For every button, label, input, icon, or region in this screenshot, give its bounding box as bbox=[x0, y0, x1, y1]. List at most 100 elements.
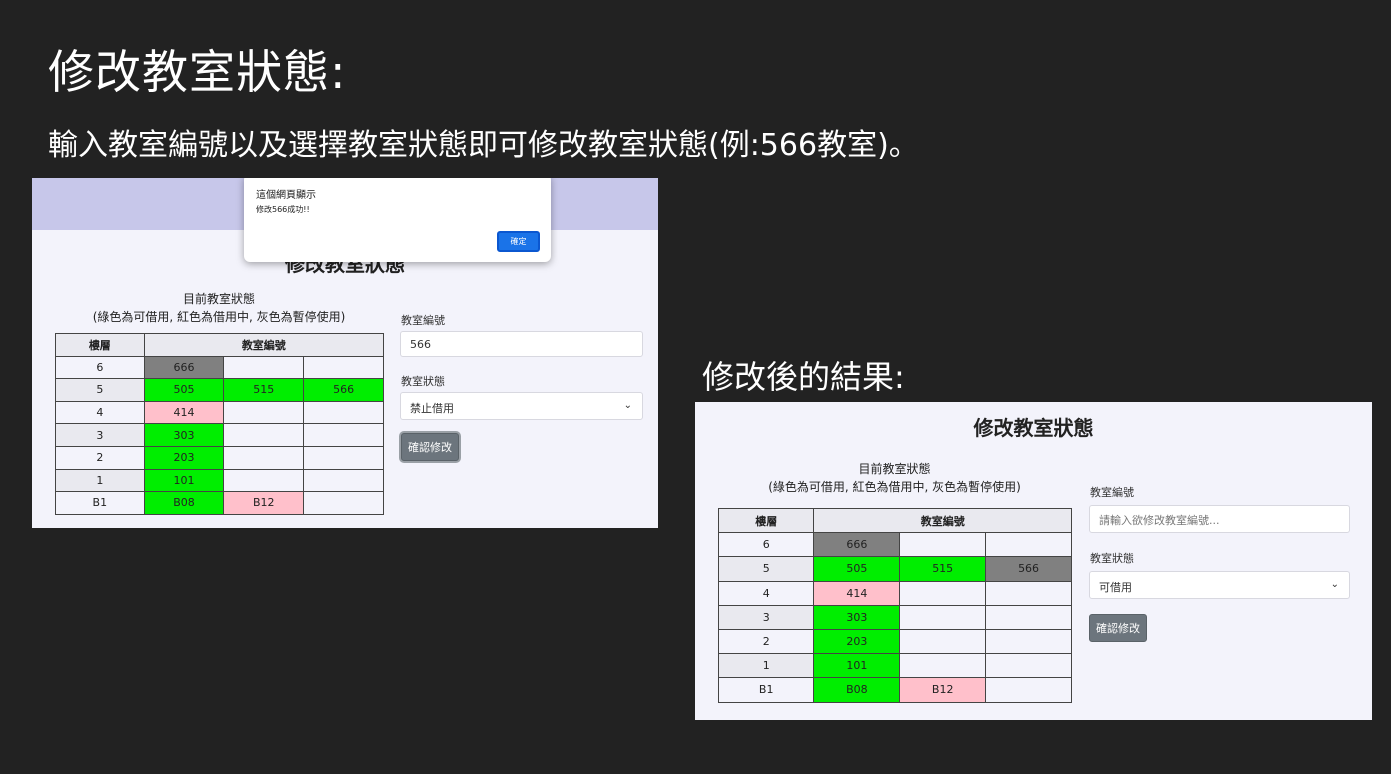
alert-title: 這個網頁顯示 bbox=[256, 190, 316, 201]
room-status-value: 禁止借用 bbox=[410, 402, 454, 415]
empty-room-cell bbox=[985, 580, 1072, 606]
table-header-row: 樓層 教室編號 bbox=[55, 333, 385, 357]
empty-room-cell bbox=[899, 604, 987, 630]
table-row: 2 203 bbox=[55, 445, 384, 470]
room-cell: B08 bbox=[143, 491, 225, 515]
room-number-input[interactable]: 請輸入欲修改教室編號... bbox=[1089, 505, 1350, 533]
slide-title: 修改教室狀態: bbox=[48, 45, 347, 99]
caption-line-2: (綠色為可借用, 紅色為借用中, 灰色為暫停使用) bbox=[768, 480, 1021, 494]
empty-room-cell bbox=[223, 400, 305, 425]
room-cell: B08 bbox=[813, 677, 901, 703]
room-cell: B12 bbox=[899, 677, 987, 703]
room-cell: 414 bbox=[813, 580, 901, 606]
empty-room-cell bbox=[899, 532, 987, 558]
floor-cell: 3 bbox=[55, 423, 145, 447]
floor-cell: 6 bbox=[55, 355, 145, 380]
chevron-down-icon: ⌄ bbox=[623, 400, 632, 411]
table-row: 4 414 bbox=[717, 580, 1072, 606]
confirm-button[interactable]: 確認修改 bbox=[401, 433, 459, 461]
table-row: 1 101 bbox=[55, 468, 384, 493]
empty-room-cell bbox=[985, 677, 1072, 703]
alert-ok-button[interactable]: 確定 bbox=[497, 231, 540, 252]
room-number-label: 教室編號 bbox=[401, 314, 445, 327]
room-header: 教室編號 bbox=[813, 507, 1072, 534]
caption-line-1: 目前教室狀態 bbox=[182, 292, 255, 306]
table-row: 5 505 515 566 bbox=[717, 556, 1072, 582]
room-cell: 566 bbox=[303, 378, 384, 402]
room-cell: 203 bbox=[143, 445, 225, 470]
room-cell: 515 bbox=[223, 378, 305, 402]
room-number-input[interactable]: 566 bbox=[400, 331, 643, 357]
room-number-label: 教室編號 bbox=[1090, 486, 1134, 499]
room-cell: 505 bbox=[143, 378, 225, 402]
floor-cell: 2 bbox=[55, 445, 145, 470]
room-status-select[interactable]: 可借用 ⌄ bbox=[1089, 571, 1350, 599]
room-cell: 414 bbox=[143, 400, 225, 425]
room-cell: 566 bbox=[985, 556, 1072, 582]
chevron-down-icon: ⌄ bbox=[1330, 579, 1339, 590]
table-row: 5 505 515 566 bbox=[55, 378, 384, 402]
empty-room-cell bbox=[303, 423, 384, 447]
room-cell: 101 bbox=[813, 653, 901, 679]
empty-room-cell bbox=[223, 445, 305, 470]
room-status-label: 教室狀態 bbox=[1090, 552, 1134, 565]
empty-room-cell bbox=[303, 468, 384, 493]
table-header-row: 樓層 教室編號 bbox=[717, 507, 1072, 534]
empty-room-cell bbox=[985, 628, 1072, 655]
room-header: 教室編號 bbox=[143, 333, 385, 357]
floor-cell: 5 bbox=[55, 378, 145, 402]
alert-message: 修改566成功!! bbox=[256, 205, 310, 214]
room-cell: 666 bbox=[143, 355, 225, 380]
table-row: 4 414 bbox=[55, 400, 384, 425]
floor-cell: 1 bbox=[55, 468, 145, 493]
empty-room-cell bbox=[303, 355, 384, 380]
room-cell: 203 bbox=[813, 628, 901, 655]
before-screenshot: 修改教室狀態 目前教室狀態 (綠色為可借用, 紅色為借用中, 灰色為暫停使用) … bbox=[32, 178, 658, 528]
room-status-select[interactable]: 禁止借用 ⌄ bbox=[400, 392, 643, 420]
room-cell: 303 bbox=[143, 423, 225, 447]
room-status-value: 可借用 bbox=[1099, 581, 1132, 594]
floor-cell: B1 bbox=[717, 677, 815, 703]
floor-cell: 5 bbox=[717, 556, 815, 582]
confirm-button[interactable]: 確認修改 bbox=[1089, 614, 1147, 642]
room-status-table: 樓層 教室編號 6 666 5 505 515 566 4 414 3 303 2 203 1 101 B1… bbox=[717, 507, 1072, 703]
room-cell: 303 bbox=[813, 604, 901, 630]
table-row: B1 B08 B12 bbox=[717, 677, 1072, 703]
table-row: 1 101 bbox=[717, 653, 1072, 679]
empty-room-cell bbox=[899, 580, 987, 606]
empty-room-cell bbox=[223, 423, 305, 447]
floor-header: 樓層 bbox=[717, 507, 815, 534]
empty-room-cell bbox=[985, 653, 1072, 679]
caption-line-1: 目前教室狀態 bbox=[858, 462, 931, 476]
status-caption: 目前教室狀態 (綠色為可借用, 紅色為借用中, 灰色為暫停使用) bbox=[54, 290, 384, 326]
room-cell: 666 bbox=[813, 532, 901, 558]
empty-room-cell bbox=[223, 355, 305, 380]
empty-room-cell bbox=[303, 400, 384, 425]
table-row: 2 203 bbox=[717, 628, 1072, 655]
room-status-label: 教室狀態 bbox=[401, 375, 445, 388]
room-status-table: 樓層 教室編號 6 666 5 505 515 566 4 414 3 303 2 203 1 101 B1… bbox=[55, 333, 385, 515]
table-row: B1 B08 B12 bbox=[55, 491, 384, 515]
empty-room-cell bbox=[899, 628, 987, 655]
table-row: 3 303 bbox=[717, 604, 1072, 630]
empty-room-cell bbox=[303, 491, 384, 515]
status-caption: 目前教室狀態 (綠色為可借用, 紅色為借用中, 灰色為暫停使用) bbox=[717, 460, 1072, 496]
slide-subtitle: 輸入教室編號以及選擇教室狀態即可修改教室狀態(例:566教室)。 bbox=[48, 128, 919, 163]
room-cell: 515 bbox=[899, 556, 987, 582]
empty-room-cell bbox=[223, 468, 305, 493]
empty-room-cell bbox=[899, 653, 987, 679]
room-cell: 101 bbox=[143, 468, 225, 493]
room-cell: B12 bbox=[223, 491, 305, 515]
floor-header: 樓層 bbox=[55, 333, 145, 357]
empty-room-cell bbox=[985, 532, 1072, 558]
caption-line-2: (綠色為可借用, 紅色為借用中, 灰色為暫停使用) bbox=[92, 310, 346, 324]
room-cell: 505 bbox=[813, 556, 901, 582]
alert-dialog: 這個網頁顯示 修改566成功!! 確定 bbox=[244, 178, 551, 262]
table-row: 6 666 bbox=[717, 532, 1072, 558]
floor-cell: 6 bbox=[717, 532, 815, 558]
floor-cell: 3 bbox=[717, 604, 815, 630]
empty-room-cell bbox=[985, 604, 1072, 630]
empty-room-cell bbox=[303, 445, 384, 470]
floor-cell: B1 bbox=[55, 491, 145, 515]
floor-cell: 2 bbox=[717, 628, 815, 655]
